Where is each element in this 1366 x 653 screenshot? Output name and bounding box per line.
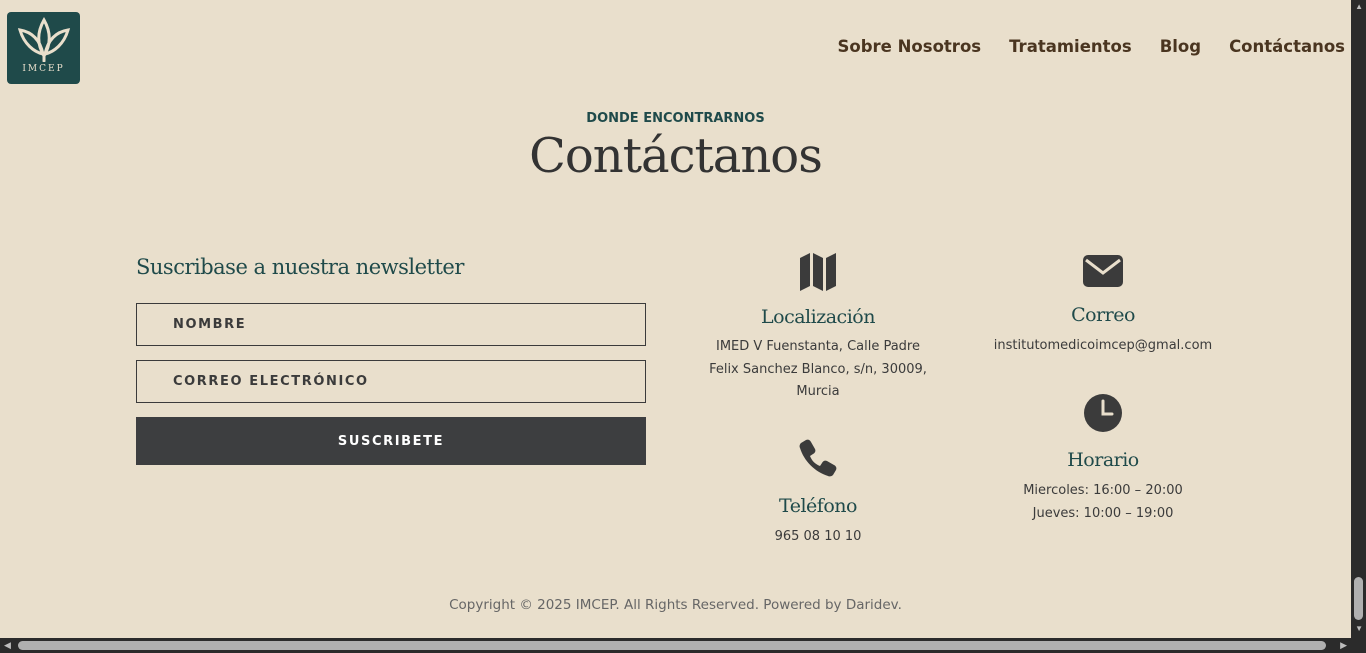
leaf-logo-icon bbox=[17, 16, 70, 62]
footer-copyright: Copyright © 2025 IMCEP. All Rights Reser… bbox=[449, 597, 902, 613]
phone-title: Teléfono bbox=[779, 495, 857, 517]
horizontal-scrollbar[interactable]: ◀ ▶ bbox=[0, 638, 1366, 653]
horizontal-scroll-thumb[interactable] bbox=[18, 641, 1326, 650]
hours-title: Horario bbox=[1067, 449, 1139, 471]
scroll-down-icon[interactable]: ▼ bbox=[1355, 624, 1363, 633]
contact-phone: Teléfono 965 08 10 10 bbox=[708, 438, 928, 549]
page-title: Contáctanos bbox=[529, 128, 823, 184]
name-placeholder: NOMBRE bbox=[173, 317, 247, 332]
scroll-up-icon[interactable]: ▲ bbox=[1355, 2, 1363, 11]
hours-line-2: Jueves: 10:00 – 19:00 bbox=[1032, 505, 1174, 521]
email-placeholder: CORREO ELECTRÓNICO bbox=[173, 374, 369, 389]
email-address[interactable]: institutomedicoimcep@gmal.com bbox=[993, 335, 1213, 358]
nav-sobre-nosotros[interactable]: Sobre Nosotros bbox=[838, 37, 982, 56]
scroll-left-icon[interactable]: ◀ bbox=[4, 640, 11, 651]
map-icon bbox=[800, 253, 836, 291]
contact-email: Correo institutomedicoimcep@gmal.com bbox=[993, 254, 1213, 358]
clock-icon bbox=[1084, 394, 1122, 432]
nav-blog[interactable]: Blog bbox=[1160, 37, 1201, 56]
envelope-icon bbox=[1083, 255, 1123, 287]
email-title: Correo bbox=[1071, 304, 1135, 326]
newsletter-title: Suscribase a nuestra newsletter bbox=[136, 255, 464, 279]
contact-location: Localización IMED V Fuenstanta, Calle Pa… bbox=[708, 252, 928, 404]
email-field[interactable]: CORREO ELECTRÓNICO bbox=[136, 360, 646, 403]
main-nav: Sobre Nosotros Tratamientos Blog Contáct… bbox=[838, 37, 1345, 56]
location-line-2: Felix Sanchez Blanco, s/n, 30009, bbox=[709, 361, 927, 377]
vertical-scrollbar[interactable]: ▲ ▼ bbox=[1351, 0, 1366, 638]
location-line-3: Murcia bbox=[796, 384, 840, 399]
phone-number[interactable]: 965 08 10 10 bbox=[708, 526, 928, 549]
hours-line-1: Miercoles: 16:00 – 20:00 bbox=[1023, 483, 1183, 498]
section-eyebrow: DONDE ENCONTRARNOS bbox=[586, 111, 765, 126]
vertical-scroll-thumb[interactable] bbox=[1354, 577, 1363, 620]
logo[interactable]: IMCEP bbox=[7, 12, 80, 84]
subscribe-button[interactable]: SUSCRIBETE bbox=[136, 417, 646, 465]
contact-hours: Horario Miercoles: 16:00 – 20:00 Jueves:… bbox=[993, 393, 1213, 525]
scroll-right-icon[interactable]: ▶ bbox=[1340, 640, 1347, 651]
nav-tratamientos[interactable]: Tratamientos bbox=[1009, 37, 1132, 56]
location-line-1: IMED V Fuenstanta, Calle Padre bbox=[715, 339, 920, 354]
location-title: Localización bbox=[761, 306, 875, 328]
nav-contactanos[interactable]: Contáctanos bbox=[1229, 37, 1345, 56]
name-field[interactable]: NOMBRE bbox=[136, 303, 646, 346]
phone-icon bbox=[799, 439, 837, 477]
logo-text: IMCEP bbox=[22, 64, 65, 74]
